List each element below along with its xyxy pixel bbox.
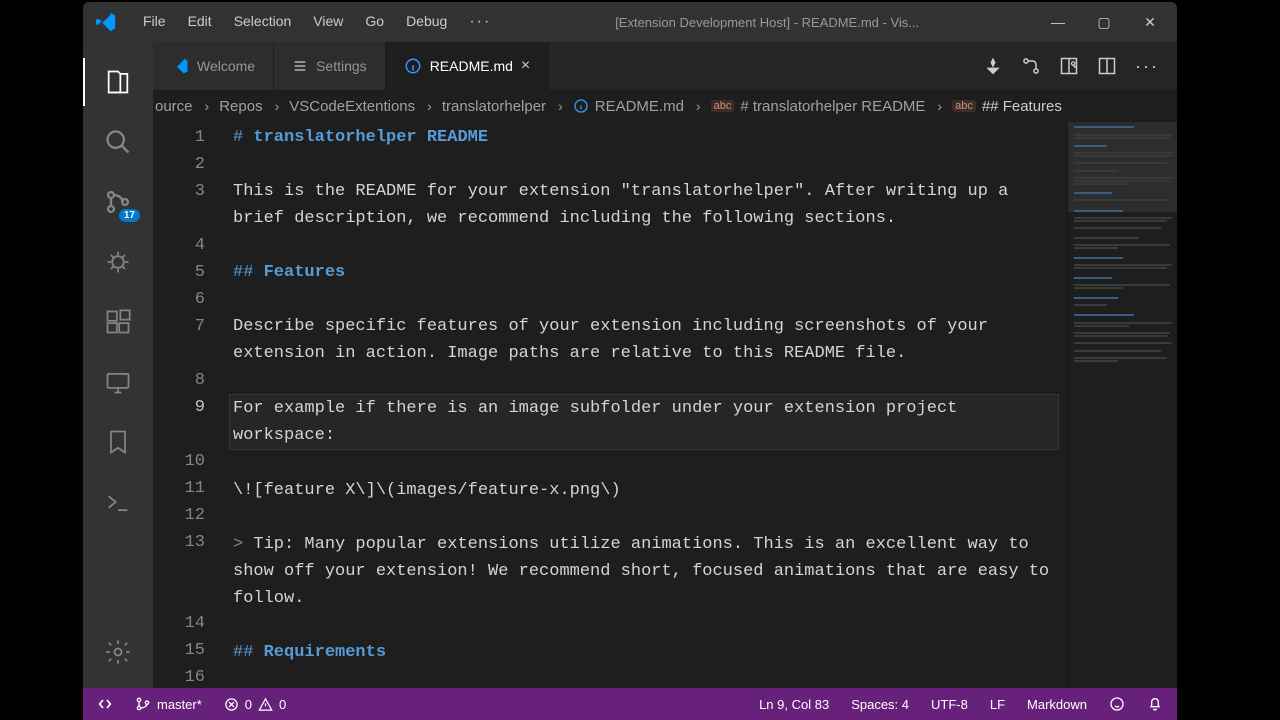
menu-bar: File Edit Selection View Go Debug ···: [133, 7, 501, 37]
menu-file[interactable]: File: [133, 7, 176, 37]
more-actions-icon[interactable]: ···: [1135, 56, 1159, 77]
bookmarks-icon[interactable]: [94, 418, 142, 466]
minimize-button[interactable]: —: [1043, 14, 1073, 31]
chevron-right-icon: ›: [205, 98, 210, 114]
explorer-icon[interactable]: [94, 58, 142, 106]
crumb-segment[interactable]: README.md: [595, 98, 684, 115]
code-line[interactable]: [233, 504, 1059, 531]
code-line[interactable]: [233, 232, 1059, 259]
breadcrumb[interactable]: ource › Repos › VSCodeExtentions › translat…: [153, 90, 1177, 122]
tab-label: README.md: [430, 58, 513, 74]
remote-status-icon[interactable]: [93, 696, 117, 712]
code-line[interactable]: ## Requirements: [233, 639, 1059, 666]
feedback-icon[interactable]: [1105, 696, 1129, 712]
code-line[interactable]: This is the README for your extension "t…: [233, 178, 1059, 232]
git-branch-status[interactable]: master*: [131, 696, 206, 712]
crumb-segment[interactable]: ## Features: [982, 98, 1062, 115]
encoding-status[interactable]: UTF-8: [927, 697, 972, 712]
title-bar: File Edit Selection View Go Debug ··· [E…: [83, 2, 1177, 42]
split-editor-icon[interactable]: [1097, 56, 1117, 76]
notifications-icon[interactable]: [1143, 696, 1167, 712]
code-line[interactable]: ## Features: [233, 259, 1059, 286]
editor-actions: ···: [965, 42, 1177, 90]
window-controls: — ▢ ✕: [1043, 14, 1165, 31]
open-changes-icon[interactable]: [1021, 56, 1041, 76]
menu-edit[interactable]: Edit: [178, 7, 222, 37]
problems-status[interactable]: 0 0: [220, 697, 290, 712]
vscode-file-icon: [171, 57, 189, 75]
crumb-segment[interactable]: ource: [155, 98, 193, 115]
window-title: [Extension Development Host] - README.md…: [501, 15, 1033, 30]
code-content[interactable]: # translatorhelper README This is the RE…: [233, 122, 1067, 688]
status-bar: master* 0 0 Ln 9, Col 83 Spaces: 4 UTF-8…: [83, 688, 1177, 720]
info-file-icon: [404, 57, 422, 75]
eol-status[interactable]: LF: [986, 697, 1009, 712]
symbol-string-icon: abc: [952, 100, 976, 112]
code-line[interactable]: # translatorhelper README: [233, 124, 1059, 151]
language-mode-status[interactable]: Markdown: [1023, 697, 1091, 712]
format-icon[interactable]: [983, 56, 1003, 76]
cursor-position-status[interactable]: Ln 9, Col 83: [755, 697, 833, 712]
tab-welcome[interactable]: Welcome: [153, 42, 274, 90]
activity-bar: 17: [83, 42, 153, 688]
info-file-icon: [573, 98, 589, 114]
code-line[interactable]: [233, 450, 1059, 477]
text-editor[interactable]: 12345678910111213141516 # translatorhelp…: [153, 122, 1067, 688]
tab-readme[interactable]: README.md ×: [386, 42, 550, 90]
search-icon[interactable]: [94, 118, 142, 166]
settings-list-icon: [292, 58, 308, 74]
settings-gear-icon[interactable]: [94, 628, 142, 676]
menu-more-icon[interactable]: ···: [459, 7, 501, 37]
tab-bar: Welcome Settings README.md ×: [153, 42, 1177, 90]
code-line[interactable]: [233, 612, 1059, 639]
code-line[interactable]: [233, 286, 1059, 313]
source-control-icon[interactable]: 17: [94, 178, 142, 226]
extensions-icon[interactable]: [94, 298, 142, 346]
error-count: 0: [245, 697, 252, 712]
menu-selection[interactable]: Selection: [224, 7, 302, 37]
chevron-right-icon: ›: [696, 98, 701, 114]
maximize-button[interactable]: ▢: [1089, 14, 1119, 31]
vscode-logo-icon: [95, 11, 117, 33]
indentation-status[interactable]: Spaces: 4: [847, 697, 913, 712]
chevron-right-icon: ›: [427, 98, 432, 114]
code-line[interactable]: > Tip: Many popular extensions utilize a…: [233, 531, 1059, 612]
chevron-right-icon: ›: [558, 98, 563, 114]
debug-icon[interactable]: [94, 238, 142, 286]
code-line[interactable]: Describe specific features of your exten…: [233, 313, 1059, 367]
branch-name: master*: [157, 697, 202, 712]
symbol-string-icon: abc: [711, 100, 735, 112]
crumb-segment[interactable]: VSCodeExtentions: [289, 98, 415, 115]
chevron-right-icon: ›: [937, 98, 942, 114]
close-button[interactable]: ✕: [1135, 14, 1165, 31]
tab-settings[interactable]: Settings: [274, 42, 386, 90]
remote-icon[interactable]: [94, 358, 142, 406]
code-line[interactable]: For example if there is an image subfold…: [229, 394, 1059, 450]
crumb-segment[interactable]: Repos: [219, 98, 262, 115]
menu-go[interactable]: Go: [355, 7, 394, 37]
code-line[interactable]: \![feature X\]\(images/feature-x.png\): [233, 477, 1059, 504]
crumb-segment[interactable]: # translatorhelper README: [740, 98, 925, 115]
crumb-segment[interactable]: translatorhelper: [442, 98, 546, 115]
minimap[interactable]: [1067, 122, 1177, 688]
terminal-icon[interactable]: [94, 478, 142, 526]
menu-view[interactable]: View: [303, 7, 353, 37]
close-icon[interactable]: ×: [521, 57, 530, 75]
warning-count: 0: [279, 697, 286, 712]
menu-debug[interactable]: Debug: [396, 7, 457, 37]
app-window: File Edit Selection View Go Debug ··· [E…: [83, 2, 1177, 720]
tab-label: Settings: [316, 58, 367, 74]
open-preview-side-icon[interactable]: [1059, 56, 1079, 76]
line-number-gutter: 12345678910111213141516: [153, 122, 233, 688]
code-line[interactable]: [233, 151, 1059, 178]
tab-label: Welcome: [197, 58, 255, 74]
code-line[interactable]: [233, 666, 1059, 688]
scm-badge: 17: [119, 209, 140, 222]
chevron-right-icon: ›: [275, 98, 280, 114]
code-line[interactable]: [233, 367, 1059, 394]
